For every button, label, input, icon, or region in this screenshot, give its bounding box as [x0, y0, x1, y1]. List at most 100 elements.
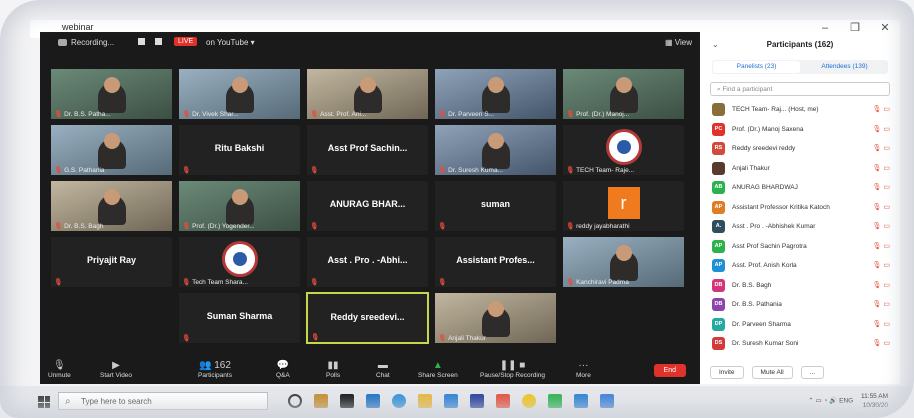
chrome-icon[interactable]	[522, 394, 536, 408]
tile-label-text: Dr. Vivek Shar...	[192, 111, 239, 118]
photos-icon[interactable]	[574, 394, 588, 408]
video-tile[interactable]: 🎙︎ G.S. Pathania	[50, 124, 173, 176]
participant-row[interactable]: PC Prof. (Dr.) Manoj Saxena 🎙︎ ▭	[710, 120, 896, 140]
image-viewer-icon[interactable]	[600, 394, 614, 408]
participants-panel: ⌄ Participants (162) Panelists (23) Atte…	[700, 32, 900, 384]
edge-icon[interactable]	[392, 394, 406, 408]
video-tile[interactable]: r 🎙︎ reddy jayabharathi	[562, 180, 685, 232]
participant-row[interactable]: DP Dr. Parveen Sharma 🎙︎ ▭	[710, 315, 896, 335]
files-icon[interactable]	[418, 394, 432, 408]
tile-label: 🎙︎ Dr. Suresh Kuma...	[438, 166, 503, 174]
participant-row[interactable]: AP Asst Prof Sachin Pagrotra 🎙︎ ▭	[710, 237, 896, 257]
window-title: webinar	[62, 22, 94, 32]
video-tile[interactable]: 🎙︎ Asst. Prof. Ani...	[306, 68, 429, 120]
windows-start-icon[interactable]	[38, 396, 50, 408]
clock-time[interactable]: 11:55 AM	[861, 392, 888, 401]
excel-icon[interactable]	[548, 394, 562, 408]
recording-indicator[interactable]: Recording...	[58, 38, 114, 47]
tile-label-text: Kanchiravi Padma	[576, 279, 629, 286]
video-tile[interactable]: 🎙︎ Dr. Vivek Shar...	[178, 68, 301, 120]
more-button[interactable]: ··· More	[576, 360, 591, 379]
task-view-icon[interactable]	[288, 394, 302, 408]
mic-video-status-icon: 🎙︎ ▭	[872, 223, 890, 230]
windows-taskbar: Type here to search ⌃ ▭ ◔ 🔊 ENG 11:55 AM…	[0, 386, 914, 418]
participant-row[interactable]: A. Asst . Pro . -Abhishek Kumar 🎙︎ ▭	[710, 217, 896, 237]
video-tile[interactable]: ANURAG BHAR... 🎙︎	[306, 180, 429, 232]
tile-participant-name: Ritu Bakshi	[214, 143, 265, 153]
video-grid: 🎙︎ Dr. B.S. Patha... 🎙︎ Dr. Vivek Shar...…	[50, 68, 690, 358]
video-tile[interactable]: Suman Sharma 🎙︎	[178, 292, 301, 344]
video-tile[interactable]: 🎙︎ Tech Team Shara...	[178, 236, 301, 288]
video-tile[interactable]: 🎙︎ Dr. Suresh Kuma...	[434, 124, 557, 176]
chat-button[interactable]: ▬ Chat	[376, 360, 390, 379]
participant-row[interactable]: DS Dr. Suresh Kumar Soni 🎙︎ ▭	[710, 334, 896, 354]
tray-icons[interactable]: ⌃ ▭ ◔ 🔊	[808, 398, 839, 405]
language-indicator[interactable]: ENG	[839, 398, 853, 405]
avatar: DS	[712, 337, 725, 350]
video-off-icon: ▶	[112, 360, 120, 371]
tile-label-text: Tech Team Shara...	[192, 279, 248, 286]
participants-button[interactable]: 👥 162 Participants	[198, 360, 232, 379]
tile-label: 🎙︎ Kanchiravi Padma	[566, 278, 629, 286]
mic-muted-icon: 🎙︎	[566, 111, 577, 118]
stop-recording-icon[interactable]	[155, 38, 162, 45]
video-tile[interactable]: Asst . Pro . -Abhi... 🎙︎	[306, 236, 429, 288]
file-explorer-icon[interactable]	[314, 394, 328, 408]
participant-row[interactable]: Anjali Thakur 🎙︎ ▭	[710, 159, 896, 179]
participant-row[interactable]: RS Reddy sreedevi reddy 🎙︎ ▭	[710, 139, 896, 159]
mic-muted-icon: 🎙︎	[182, 223, 193, 230]
office-icon[interactable]	[496, 394, 510, 408]
participant-video-head	[231, 189, 248, 205]
tile-label: 🎙︎ Anjali Thakur	[438, 334, 486, 342]
mic-video-status-icon: 🎙︎ ▭	[872, 203, 890, 211]
netflix-icon[interactable]	[340, 394, 354, 408]
participant-row[interactable]: AP Asst. Prof. Anish Korla 🎙︎ ▭	[710, 256, 896, 276]
video-tile[interactable]: 🎙︎ Anjali Thakur	[434, 292, 557, 344]
video-tile[interactable]: 🎙︎ Prof. (Dr.) Yogender...	[178, 180, 301, 232]
pause-recording-icon[interactable]	[138, 38, 145, 45]
video-tile[interactable]: suman 🎙︎	[434, 180, 557, 232]
video-tile[interactable]: 🎙︎ Dr. Parveen S...	[434, 68, 557, 120]
invite-button[interactable]: Invite	[710, 366, 744, 379]
video-tile[interactable]: 🎙︎ TECH Team- Raje...	[562, 124, 685, 176]
share-screen-button[interactable]: ▲ Share Screen	[418, 360, 458, 379]
participant-row[interactable]: DB Dr. B.S. Bagh 🎙︎ ▭	[710, 276, 896, 296]
participant-list: TECH Team- Raj... (Host, me) 🎙︎ ▭ PC Prof. …	[710, 100, 896, 354]
polls-button[interactable]: ▮▮ Polls	[326, 360, 340, 379]
chat-label: Chat	[376, 372, 390, 379]
participant-row[interactable]: AP Assistant Professor Kritika Katoch 🎙︎ ▭	[710, 198, 896, 218]
tab-attendees[interactable]: Attendees (139)	[801, 60, 888, 74]
video-tile[interactable]: Asst Prof Sachin... 🎙︎	[306, 124, 429, 176]
zoom-app-icon[interactable]	[444, 394, 458, 408]
tile-participant-name: ANURAG BHAR...	[329, 199, 406, 209]
participant-row[interactable]: DB Dr. B.S. Pathania 🎙︎ ▭	[710, 295, 896, 315]
pause-stop-recording-button[interactable]: ❚❚ ■ Pause/Stop Recording	[480, 360, 545, 379]
unmute-button[interactable]: 🎙︎ Unmute	[48, 360, 71, 379]
grid-icon: ▦	[665, 38, 675, 47]
system-tray: ⌃ ▭ ◔ 🔊 ENG 11:55 AM 10/30/20	[808, 392, 888, 410]
video-tile[interactable]: 🎙︎ Prof. (Dr.) Manoj...	[562, 68, 685, 120]
participant-row[interactable]: TECH Team- Raj... (Host, me) 🎙︎ ▭	[710, 100, 896, 120]
video-tile[interactable]: 🎙︎ Kanchiravi Padma	[562, 236, 685, 288]
video-tile[interactable]: Assistant Profes... 🎙︎	[434, 236, 557, 288]
video-tile[interactable]: Priyajit Ray 🎙︎	[50, 236, 173, 288]
dropbox-icon[interactable]	[470, 394, 484, 408]
video-tile[interactable]: Reddy sreedevi... 🎙︎	[306, 292, 429, 344]
store-icon[interactable]	[366, 394, 380, 408]
clock-date[interactable]: 10/30/20	[861, 401, 888, 410]
video-tile[interactable]: Ritu Bakshi 🎙︎	[178, 124, 301, 176]
mute-all-button[interactable]: Mute All	[751, 366, 793, 379]
participant-row[interactable]: AB ANURAG BHARDWAJ 🎙︎ ▭	[710, 178, 896, 198]
video-tile[interactable]: 🎙︎ Dr. B.S. Bagh	[50, 180, 173, 232]
taskbar-search-input[interactable]: Type here to search	[58, 392, 268, 411]
end-button[interactable]: End	[653, 364, 686, 377]
qa-button[interactable]: 💬 Q&A	[276, 360, 290, 379]
live-on-youtube-dropdown[interactable]: on YouTube ▾	[206, 38, 255, 47]
video-tile[interactable]: 🎙︎ Dr. B.S. Patha...	[50, 68, 173, 120]
participant-name: Asst Prof Sachin Pagrotra	[732, 242, 807, 250]
participant-search-input[interactable]: ⌕ Find a participant	[710, 82, 890, 96]
panel-more-button[interactable]: ...	[800, 366, 825, 379]
start-video-button[interactable]: ▶ Start Video	[100, 360, 132, 379]
tab-panelists[interactable]: Panelists (23)	[713, 61, 800, 73]
view-button[interactable]: ▦ View	[665, 38, 692, 47]
